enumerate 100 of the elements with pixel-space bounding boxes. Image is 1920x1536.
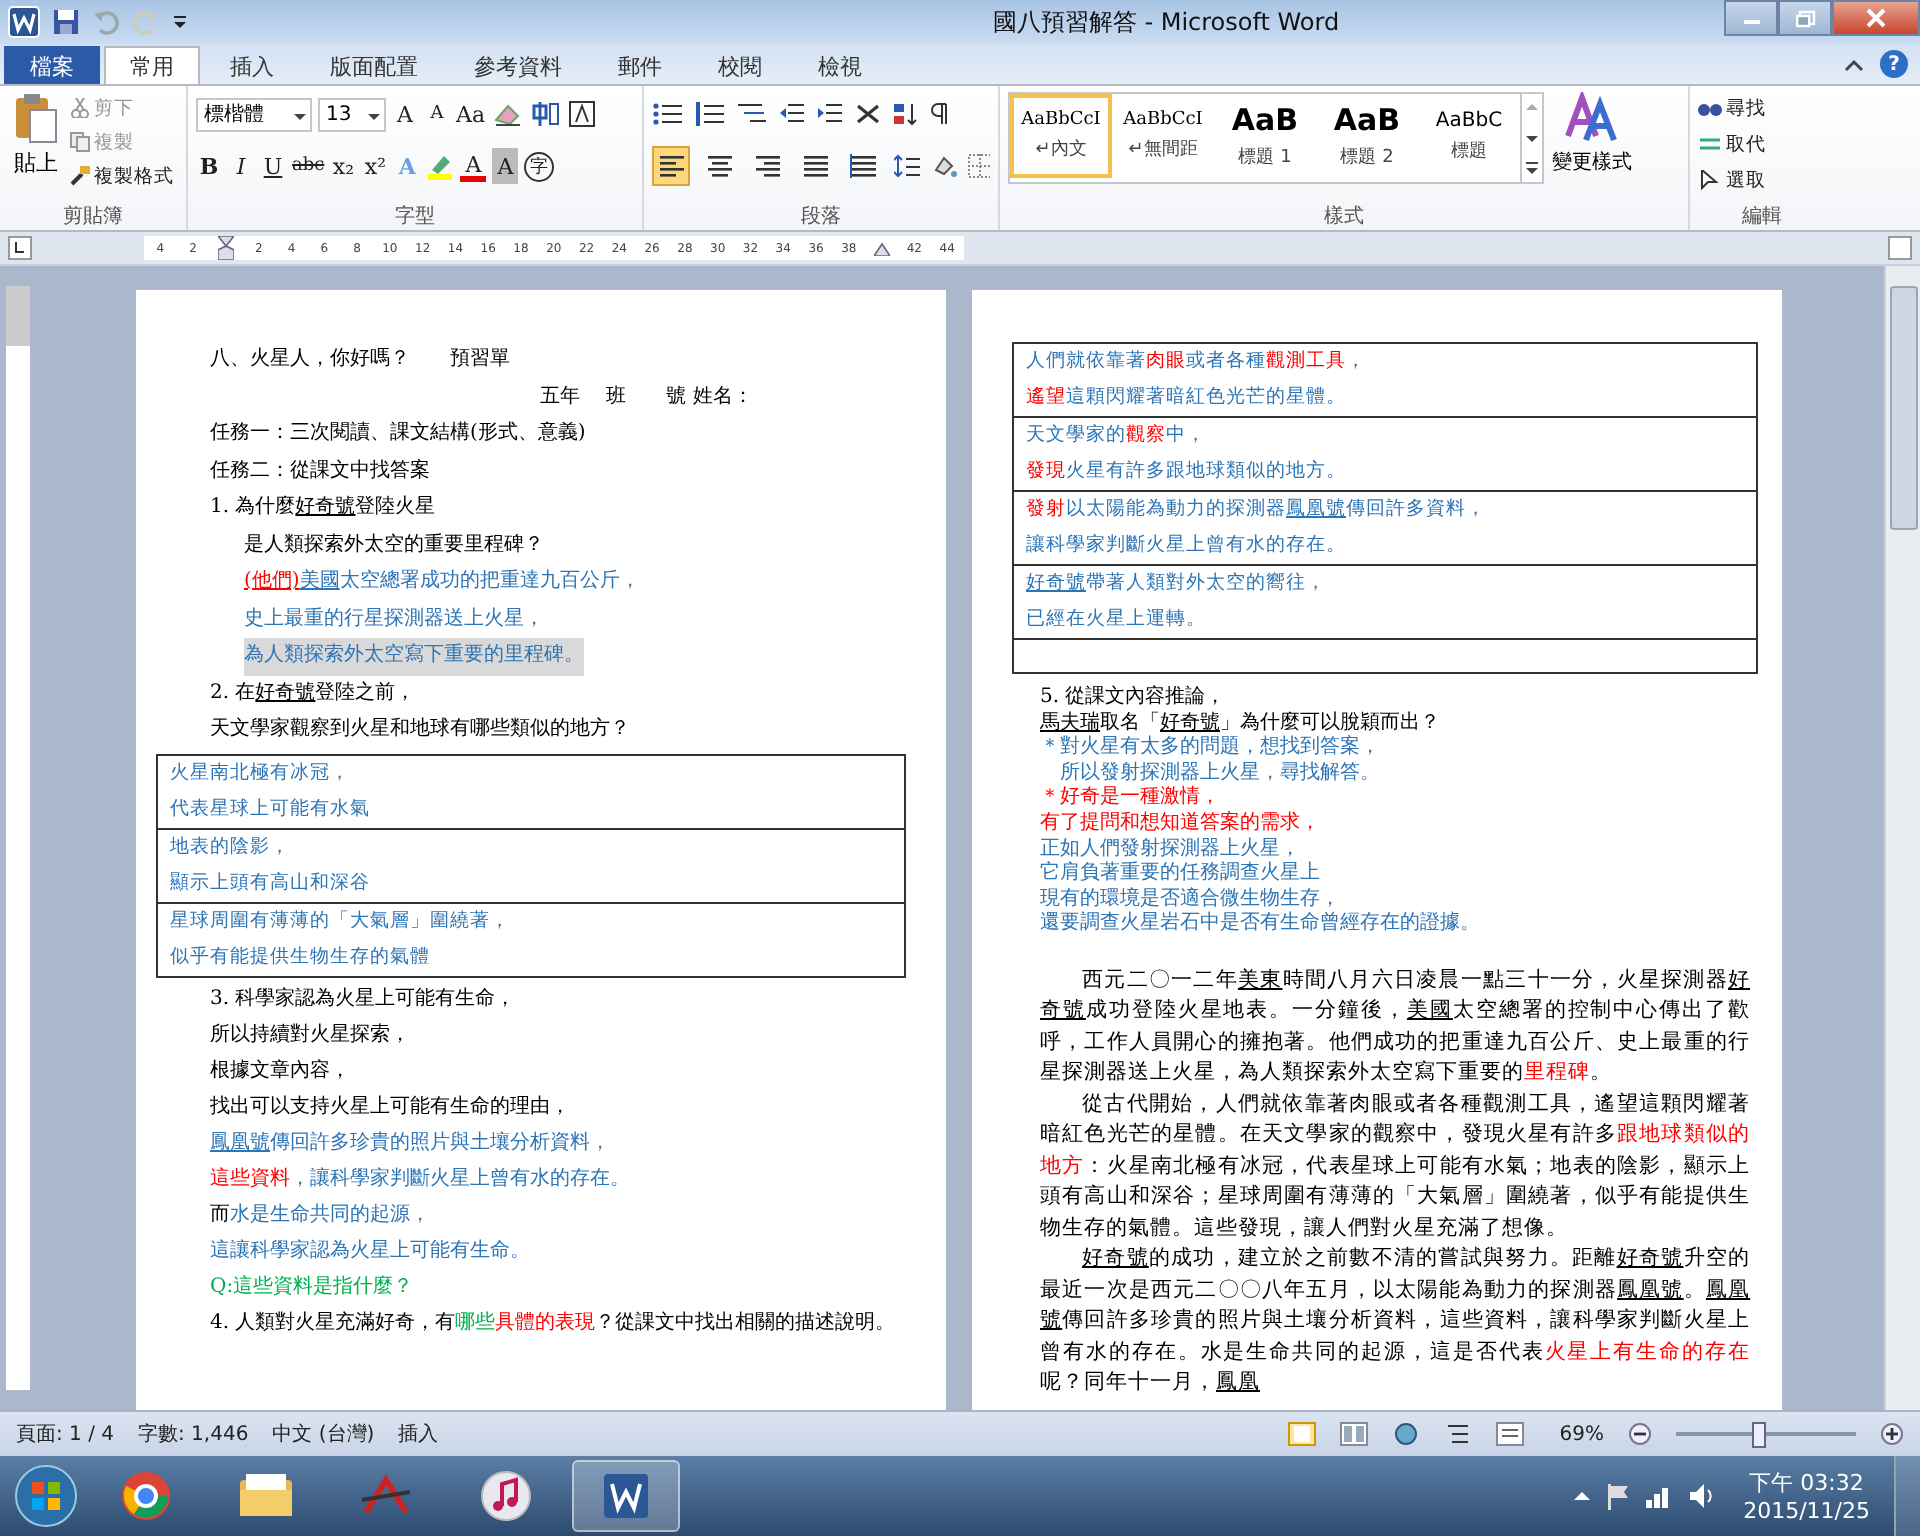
binoculars-icon (1698, 98, 1722, 118)
ribbon-tab[interactable]: 郵件 (592, 46, 688, 84)
bullets-icon[interactable] (652, 102, 684, 126)
eraser-icon[interactable] (491, 100, 524, 128)
print-layout-icon[interactable] (1287, 1422, 1316, 1446)
full-screen-icon[interactable] (1339, 1422, 1368, 1446)
text-line: 地表的陰影， (170, 833, 290, 861)
clipboard-button[interactable]: 複製格式 (70, 160, 174, 192)
vertical-scrollbar[interactable] (1884, 266, 1920, 1410)
format-button[interactable]: U (260, 148, 286, 184)
flag-icon[interactable] (1603, 1482, 1632, 1510)
pen-swoosh-icon (358, 1472, 414, 1520)
style-item[interactable]: AaBbCcI ↵內文 (1010, 94, 1112, 178)
character-shading-button[interactable]: A (492, 148, 519, 184)
browser-icon (120, 1470, 172, 1522)
font-size-field[interactable]: 13 (318, 97, 386, 131)
sort-icon[interactable] (892, 102, 920, 126)
customize-dropdown-icon[interactable] (172, 12, 188, 32)
start-icon[interactable] (12, 1462, 80, 1530)
text-line: 5. 從課文內容推論， (1040, 686, 1226, 711)
minimize-button[interactable] (1724, 0, 1778, 36)
tab-selector-icon[interactable] (8, 236, 32, 260)
insert-mode[interactable]: 插入 (398, 1420, 439, 1448)
line-spacing-icon[interactable] (893, 154, 921, 178)
zoom-in-icon[interactable] (1880, 1422, 1904, 1446)
restore-icon (1795, 9, 1815, 27)
align-button[interactable] (652, 146, 691, 186)
outline-icon[interactable] (1443, 1422, 1472, 1446)
ribbon-tab[interactable]: 插入 (204, 46, 300, 84)
style-item[interactable]: AaB 標題 1 (1214, 94, 1316, 178)
folder-icon (238, 1472, 294, 1520)
close-button[interactable] (1832, 0, 1920, 36)
character-border-icon[interactable] (567, 100, 596, 128)
text-line: 任務一：三次閱讀、課文結構(形式、意義) (210, 419, 586, 448)
decrease-indent-icon[interactable] (778, 102, 806, 126)
paste-button[interactable]: 貼上 (8, 92, 64, 202)
indent-marker-icon[interactable] (217, 236, 234, 260)
change-styles-button[interactable]: 變更樣式 (1552, 92, 1632, 176)
save-icon[interactable] (52, 8, 80, 36)
shrink-font-button[interactable]: A (424, 96, 450, 132)
ribbon-tab[interactable]: 參考資料 (448, 46, 588, 84)
text-line: 正如人們發射探測器上火星， (1040, 837, 1300, 861)
collapse-ribbon-icon[interactable] (1844, 58, 1864, 74)
editing-button[interactable]: 尋找 (1698, 92, 1826, 124)
style-item[interactable]: AaBbCcI ↵無間距 (1112, 94, 1214, 178)
ribbon-tab[interactable]: 檢視 (792, 46, 888, 84)
more-styles-icon[interactable] (1524, 158, 1540, 178)
zoom-slider[interactable] (1751, 1422, 1765, 1448)
language-status[interactable]: 中文 (台灣) (272, 1420, 375, 1448)
brush-icon (70, 166, 90, 186)
view-ruler-icon[interactable] (1888, 236, 1912, 260)
borders-icon[interactable] (967, 154, 991, 178)
text-line: Q:這些資料是指什麼？ (210, 1273, 414, 1301)
text-line: ＊好奇是一種激情， (1040, 786, 1220, 811)
format-button[interactable]: x₂ (330, 148, 357, 184)
font-name-field[interactable]: 標楷體 (196, 97, 312, 131)
web-layout-icon[interactable] (1391, 1422, 1420, 1446)
restore-button[interactable] (1778, 0, 1832, 36)
ribbon-tab[interactable]: 版面配置 (304, 46, 444, 84)
close-icon (1866, 8, 1886, 28)
asian-layout-icon[interactable] (854, 102, 882, 126)
word-logo-icon[interactable] (8, 6, 40, 38)
format-button[interactable]: abc (292, 148, 325, 184)
format-button[interactable]: B (196, 148, 222, 184)
zoom-level[interactable]: 69% (1559, 1423, 1604, 1445)
increase-indent-icon[interactable] (816, 102, 844, 126)
change-case-button[interactable]: Aa (456, 96, 486, 132)
draft-icon[interactable] (1495, 1422, 1524, 1446)
text-line: 火星南北極有冰冠， (170, 759, 350, 787)
highlighter-icon[interactable] (426, 152, 455, 180)
font-color-button[interactable]: A (460, 151, 487, 181)
clock-time[interactable]: 下午 03:32 (1749, 1468, 1864, 1498)
text-line: 鳳凰號傳回許多珍貴的照片與土壤分析資料， (210, 1129, 610, 1157)
editing-button[interactable]: 取代 (1698, 128, 1826, 160)
word-count[interactable]: 字數: 1,446 (138, 1420, 249, 1448)
help-button[interactable]: ? (1880, 50, 1908, 78)
style-item[interactable]: AaB 標題 2 (1316, 94, 1418, 178)
text-line: 2. 在好奇號登陸之前， (210, 679, 416, 707)
taskbar-app[interactable] (572, 1460, 680, 1532)
ribbon-tab[interactable]: 常用 (104, 46, 200, 84)
editing-button[interactable]: 選取 (1698, 164, 1826, 196)
text-line: 所以發射探測器上火星，尋找解答。 (1060, 761, 1380, 785)
shading-icon[interactable] (930, 154, 958, 178)
zoom-out-icon[interactable] (1628, 1422, 1652, 1446)
grow-font-button[interactable]: A (392, 96, 418, 132)
numbering-icon[interactable] (694, 102, 726, 126)
paragraph-mark-icon[interactable] (930, 102, 950, 126)
text-line: 八、火星人，你好嗎？ 預習單 (210, 345, 510, 374)
right-indent-marker-icon[interactable] (873, 240, 890, 256)
style-item[interactable]: AaBbC 標題 (1418, 94, 1520, 178)
format-button[interactable]: I (228, 148, 254, 184)
enclose-characters-button[interactable]: 字 (524, 151, 555, 181)
page-count[interactable]: 頁面: 1 / 4 (16, 1420, 114, 1448)
format-button[interactable]: x² (362, 148, 389, 184)
file-tab[interactable]: 檔案 (4, 46, 100, 84)
multilevel-list-icon[interactable] (736, 102, 768, 126)
clock-date[interactable]: 2015/11/25 (1743, 1498, 1870, 1524)
ribbon-tab[interactable]: 校閱 (692, 46, 788, 84)
phonetic-guide-icon[interactable] (529, 100, 562, 128)
show-hidden-icons-icon[interactable] (1571, 1486, 1592, 1506)
